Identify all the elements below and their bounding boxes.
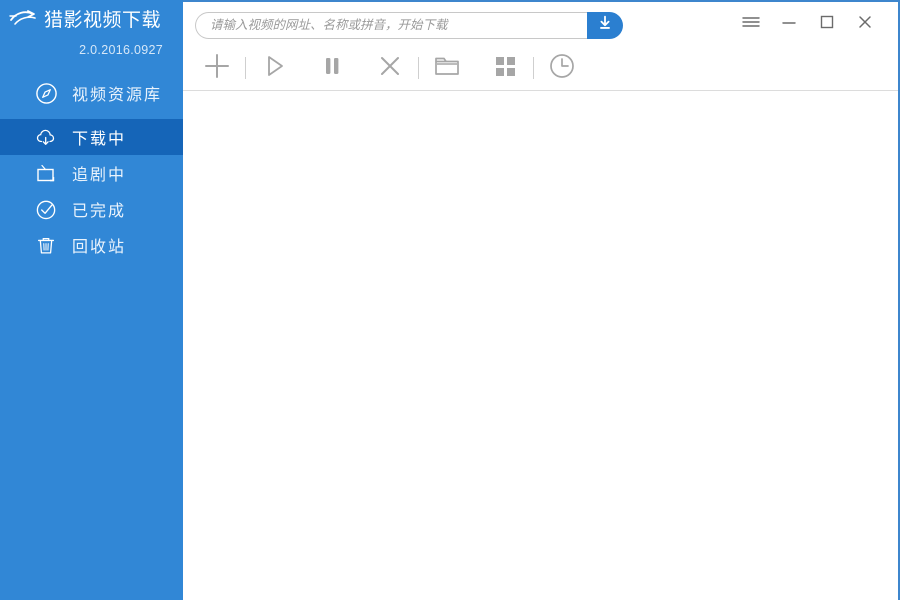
hamburger-menu-icon bbox=[741, 15, 761, 34]
open-folder-button[interactable] bbox=[426, 47, 468, 89]
toolbar-separator bbox=[533, 57, 534, 79]
toolbar-separator bbox=[245, 57, 246, 79]
download-button[interactable] bbox=[587, 11, 623, 39]
main-pane bbox=[183, 0, 898, 600]
sidebar-item-recycle-bin[interactable]: 回收站 bbox=[0, 227, 183, 263]
sidebar-item-completed[interactable]: 已完成 bbox=[0, 191, 183, 227]
pause-icon bbox=[319, 53, 345, 84]
version-label: 2.0.2016.0927 bbox=[79, 43, 163, 57]
maximize-icon bbox=[818, 14, 836, 35]
compass-icon bbox=[34, 81, 58, 105]
app-window: 猎影视频下载 2.0.2016.0927 视频资源库 下载中 追剧中 已完成 回… bbox=[0, 0, 900, 600]
download-arrow-icon bbox=[596, 14, 614, 37]
play-icon bbox=[260, 52, 288, 85]
sidebar-item-label: 下载中 bbox=[72, 131, 127, 148]
search-input[interactable] bbox=[195, 11, 587, 39]
menu-button[interactable] bbox=[732, 10, 770, 38]
toolbar bbox=[183, 46, 898, 91]
search-bar bbox=[195, 11, 623, 39]
close-icon bbox=[856, 14, 874, 35]
sidebar-item-label: 追剧中 bbox=[72, 167, 127, 184]
grid-icon bbox=[493, 54, 517, 83]
top-bar bbox=[183, 2, 898, 46]
plus-icon bbox=[202, 51, 232, 86]
folder-icon bbox=[433, 53, 461, 84]
sidebar-item-label: 已完成 bbox=[72, 203, 127, 220]
sidebar-nav: 视频资源库 下载中 追剧中 已完成 回收站 bbox=[0, 75, 183, 263]
sidebar-item-downloading[interactable]: 下载中 bbox=[0, 119, 183, 155]
start-download-button[interactable] bbox=[253, 47, 295, 89]
pause-download-button[interactable] bbox=[311, 47, 353, 89]
delete-task-button[interactable] bbox=[369, 47, 411, 89]
sidebar-item-library[interactable]: 视频资源库 bbox=[0, 75, 183, 111]
check-circle-icon bbox=[34, 197, 58, 221]
minimize-button[interactable] bbox=[770, 10, 808, 38]
app-title: 猎影视频下载 bbox=[44, 9, 162, 31]
brand: 猎影视频下载 bbox=[0, 0, 183, 36]
sidebar-item-label: 回收站 bbox=[72, 239, 127, 256]
clock-icon bbox=[548, 52, 576, 85]
history-button[interactable] bbox=[541, 47, 583, 89]
maximize-button[interactable] bbox=[808, 10, 846, 38]
tv-icon bbox=[34, 161, 58, 185]
trash-icon bbox=[34, 233, 58, 257]
sidebar: 猎影视频下载 2.0.2016.0927 视频资源库 下载中 追剧中 已完成 回… bbox=[0, 0, 183, 600]
sidebar-item-label: 视频资源库 bbox=[72, 87, 163, 104]
task-list-area bbox=[183, 91, 898, 600]
cloud-download-icon bbox=[34, 125, 58, 149]
sidebar-item-series[interactable]: 追剧中 bbox=[0, 155, 183, 191]
swoosh-logo-icon bbox=[8, 7, 38, 29]
grid-view-button[interactable] bbox=[484, 47, 526, 89]
add-task-button[interactable] bbox=[196, 47, 238, 89]
toolbar-separator bbox=[418, 57, 419, 79]
minimize-icon bbox=[780, 15, 798, 34]
window-controls bbox=[732, 10, 884, 38]
close-x-icon bbox=[376, 52, 404, 85]
close-button[interactable] bbox=[846, 10, 884, 38]
